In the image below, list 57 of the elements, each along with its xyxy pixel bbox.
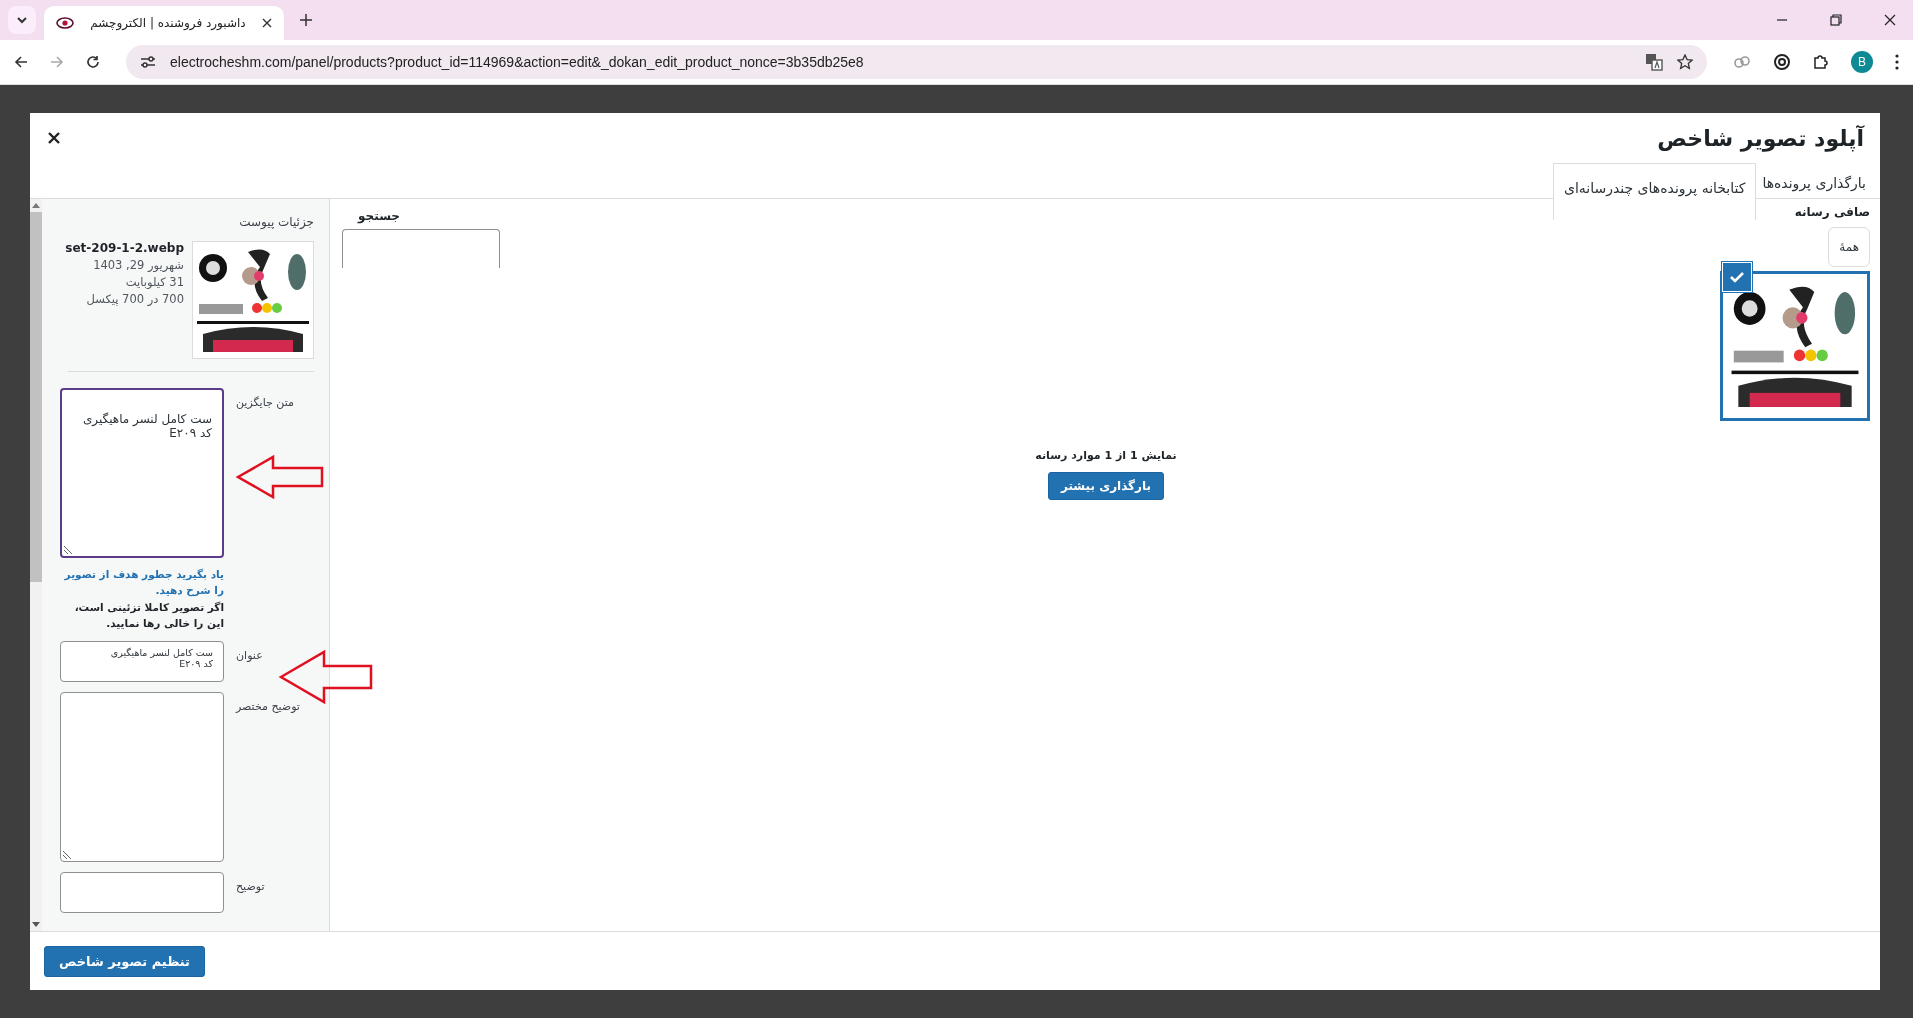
field-value: ست کامل لنسر ماهیگیری کد E۲۰۹: [109, 647, 213, 670]
text-field[interactable]: [60, 692, 224, 863]
image-dimensions: 700 در 700 پیکسل: [85, 292, 184, 306]
scroll-up-icon[interactable]: [32, 203, 40, 208]
eye-icon: [56, 17, 74, 29]
field-label: توضیح: [236, 879, 266, 894]
profile-avatar[interactable]: B: [1851, 51, 1873, 73]
new-tab-icon[interactable]: [300, 14, 312, 26]
check-icon[interactable]: [1722, 262, 1752, 292]
menu-icon[interactable]: [1895, 54, 1899, 70]
text-field[interactable]: [60, 872, 224, 914]
translate-icon[interactable]: [1645, 53, 1663, 71]
restore-icon[interactable]: [1830, 14, 1842, 26]
field-label: متن جایگزین: [236, 395, 295, 409]
tab-list-button[interactable]: [8, 6, 36, 34]
field-value: ست کامل لنسر ماهیگیری کد E۲۰۹: [81, 411, 212, 440]
close-icon[interactable]: [262, 18, 272, 28]
reload-icon[interactable]: [86, 55, 100, 69]
close-icon[interactable]: [48, 132, 60, 144]
media-filter-select[interactable]: همهٔ: [1828, 227, 1870, 267]
file-name: set-209-1-2.webp: [65, 241, 184, 255]
help-text: یاد بگیرید جطور هدف از تصویر را شرح دهید. اگر تصویر کاملا تزئینی است، این را خالی رها نمایید.: [60, 566, 224, 632]
text-field[interactable]: ست کامل لنسر ماهیگیری کد E۲۰۹: [60, 641, 224, 683]
site-settings-icon[interactable]: [140, 55, 156, 69]
arrow-icon: [235, 454, 325, 500]
url-text: electrocheshm.com/panel/products?product_id=114969&action=edit&_dokan_edit_product_nonce=3b35db25e8: [170, 54, 864, 70]
load-more-button[interactable]: بارگذاری بیشتر: [1048, 472, 1164, 500]
set-featured-image-button[interactable]: تنظیم تصویر شاخص: [44, 945, 205, 977]
field-label: عنوان: [236, 648, 264, 663]
search-field[interactable]: [342, 229, 500, 268]
back-icon[interactable]: [14, 55, 28, 69]
extension-icon[interactable]: [1773, 53, 1791, 71]
media-count: نمایش 1 از 1 موارد رسانه: [1035, 449, 1177, 462]
browser-tab[interactable]: داشبورد فروشنده | الکتروچشم: [44, 6, 284, 40]
details-heading: جزئیات پیوست: [238, 215, 314, 229]
file-size: 31 کیلوبایت: [124, 275, 184, 289]
puzzle-icon[interactable]: [1813, 54, 1829, 70]
close-icon[interactable]: [1884, 14, 1896, 26]
field-label: توضیح مختصر: [236, 699, 301, 714]
star-icon[interactable]: [1677, 54, 1693, 70]
resize-handle-icon[interactable]: [64, 546, 72, 554]
upload-date: شهریور 29, 1403: [92, 258, 184, 272]
scrollbar[interactable]: [30, 199, 42, 931]
modal-title: آپلود تصویر شاخص: [1657, 125, 1864, 151]
help-link[interactable]: یاد بگیرید جطور هدف از تصویر را شرح دهید.: [60, 566, 224, 599]
tab-title: داشبورد فروشنده | الکتروچشم: [89, 16, 247, 30]
media-tab[interactable]: بارگذاری پرونده‌ها: [1756, 163, 1872, 198]
scroll-down-icon[interactable]: [32, 922, 40, 927]
resize-handle-icon[interactable]: [63, 851, 71, 860]
media-tab[interactable]: کتابخانه پرونده‌های چندرسانه‌ای: [1552, 163, 1757, 220]
chevron-down-icon: [16, 16, 28, 24]
address-bar[interactable]: electrocheshm.com/panel/products?product_id=114969&action=edit&_dokan_edit_product_nonce=3b35db25e8: [126, 45, 1707, 79]
filter-label: صافی رسانه: [1794, 205, 1870, 219]
arrow-icon: [278, 649, 374, 705]
media-thumbnail[interactable]: [1720, 271, 1870, 421]
search-label: جستجو: [358, 209, 400, 223]
text-field[interactable]: ست کامل لنسر ماهیگیری کد E۲۰۹: [60, 388, 224, 558]
